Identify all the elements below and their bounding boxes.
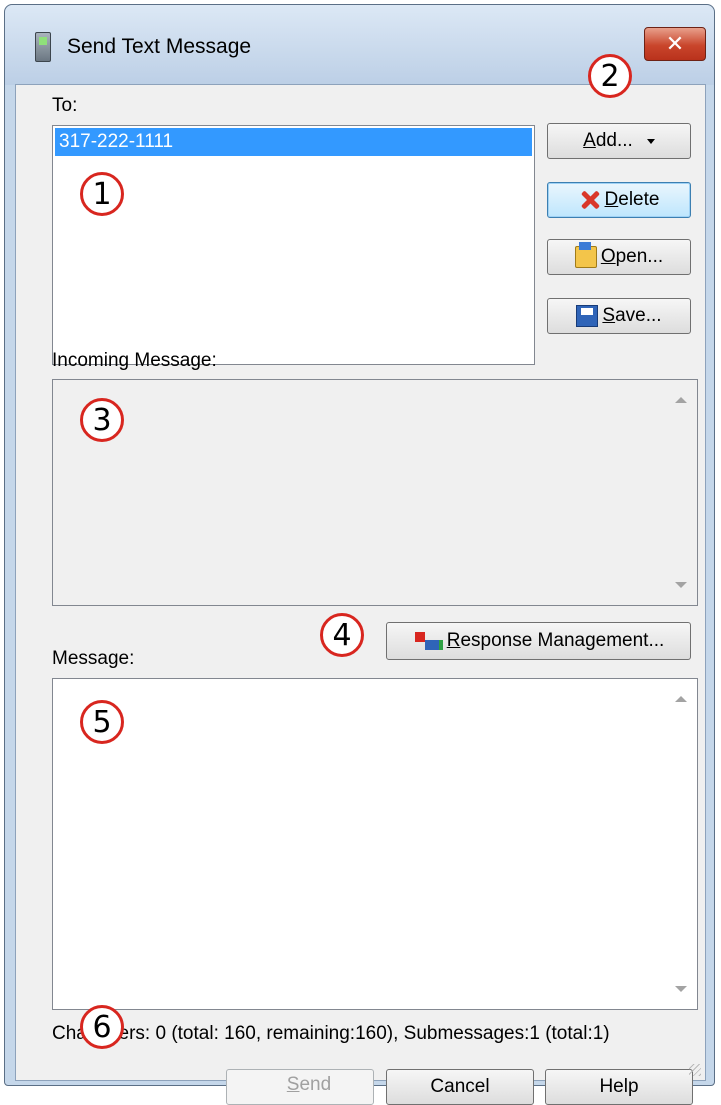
chevron-down-icon xyxy=(646,138,655,144)
delete-button[interactable]: Delete xyxy=(547,182,691,218)
save-button[interactable]: Save... xyxy=(547,298,691,334)
recipient-list[interactable]: 317-222-1111 xyxy=(52,125,535,365)
open-button[interactable]: Open... xyxy=(547,239,691,275)
send-label: end xyxy=(299,1074,332,1095)
callout-badge-4: 4 xyxy=(320,613,364,657)
save-mnemonic: S xyxy=(602,305,616,326)
close-icon: ✕ xyxy=(665,31,685,56)
response-management-button[interactable]: Response Management... xyxy=(386,622,691,660)
help-button[interactable]: Help xyxy=(545,1069,693,1105)
delete-x-icon xyxy=(579,189,601,211)
delete-label: elete xyxy=(618,189,660,210)
scroll-down-icon[interactable] xyxy=(675,986,687,992)
response-mnemonic: R xyxy=(446,630,461,651)
send-mnemonic: S xyxy=(286,1074,300,1095)
message-scrollbar[interactable] xyxy=(661,679,697,1009)
floppy-disk-icon xyxy=(576,305,599,327)
scroll-down-icon[interactable] xyxy=(675,582,687,588)
message-label: Message: xyxy=(52,648,135,669)
phone-icon xyxy=(35,32,51,62)
add-label: dd... xyxy=(595,130,633,151)
send-label-wrapper: Send xyxy=(235,1067,383,1103)
window-title: Send Text Message xyxy=(67,35,252,58)
response-management-icon xyxy=(413,630,443,652)
recipient-item[interactable]: 317-222-1111 xyxy=(55,128,532,156)
delete-mnemonic: D xyxy=(604,189,619,210)
close-button[interactable]: ✕ xyxy=(644,27,706,61)
callout-badge-5: 5 xyxy=(80,700,124,744)
message-input[interactable] xyxy=(52,678,698,1010)
character-count-status: Characters: 0 (total: 160, remaining:160… xyxy=(52,1023,610,1044)
open-mnemonic: O xyxy=(600,246,616,267)
scroll-up-icon[interactable] xyxy=(675,696,687,702)
response-label: esponse Management... xyxy=(460,630,665,651)
add-button[interactable]: Add... xyxy=(547,123,691,159)
cancel-label: Cancel xyxy=(430,1076,490,1097)
save-label: ave... xyxy=(615,305,662,326)
scroll-up-icon[interactable] xyxy=(675,397,687,403)
help-label: Help xyxy=(599,1076,639,1097)
incoming-scrollbar[interactable] xyxy=(661,380,697,605)
open-label: pen... xyxy=(615,246,664,267)
resize-grip[interactable] xyxy=(689,1064,701,1076)
add-mnemonic: A xyxy=(583,130,596,151)
callout-badge-6: 6 xyxy=(80,1005,124,1049)
callout-badge-1: 1 xyxy=(80,172,124,216)
incoming-message-box[interactable] xyxy=(52,379,698,606)
to-label: To: xyxy=(52,95,78,116)
folder-open-icon xyxy=(574,242,597,268)
incoming-message-label: Incoming Message: xyxy=(52,350,217,371)
callout-badge-3: 3 xyxy=(80,398,124,442)
cancel-button[interactable]: Cancel xyxy=(386,1069,534,1105)
callout-badge-2: 2 xyxy=(588,54,632,98)
dialog-body: To: 317-222-1111 Add... Delete Open... S… xyxy=(15,84,706,1105)
send-text-message-dialog: Send Text Message ✕ To: 317-222-1111 Add… xyxy=(4,4,715,1105)
